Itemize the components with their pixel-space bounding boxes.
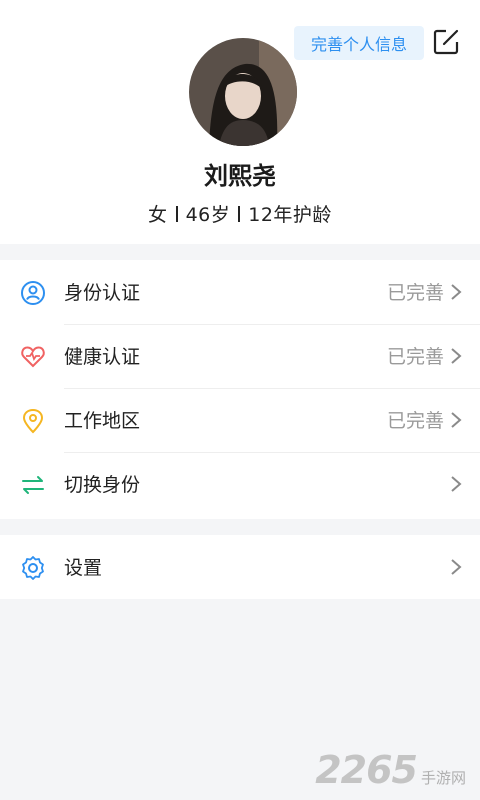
chevron-right-icon <box>451 559 462 575</box>
heart-pulse-icon <box>21 346 45 368</box>
user-meta: 女 46岁 12年护龄 <box>0 200 480 227</box>
user-name: 刘熙尧 <box>204 162 276 190</box>
experience-text: 12年护龄 <box>248 204 332 226</box>
menu-item-label: 切换身份 <box>64 474 141 496</box>
menu-item-label: 健康认证 <box>64 346 141 368</box>
watermark-text: 手游网 <box>420 769 466 787</box>
meta-divider <box>175 206 178 222</box>
menu-item-health[interactable]: 健康认证 已完善 <box>0 324 480 388</box>
complete-profile-button[interactable]: 完善个人信息 <box>294 26 424 60</box>
gender-text: 女 <box>148 204 168 226</box>
edit-icon[interactable] <box>432 28 460 56</box>
menu-item-settings[interactable]: 设置 <box>0 535 480 599</box>
location-pin-icon <box>22 408 44 434</box>
menu-item-work-area[interactable]: 工作地区 已完善 <box>0 388 480 452</box>
chevron-right-icon <box>451 348 462 364</box>
chevron-right-icon <box>451 476 462 492</box>
menu-item-label: 设置 <box>64 557 103 579</box>
chevron-right-icon <box>451 412 462 428</box>
gear-icon <box>22 556 44 580</box>
site-watermark: 2265 手游网 <box>315 748 466 792</box>
menu-item-status: 已完善 <box>386 410 444 432</box>
menu-item-switch-identity[interactable]: 切换身份 <box>0 452 480 516</box>
chevron-right-icon <box>451 284 462 300</box>
menu-item-label: 身份认证 <box>64 282 141 304</box>
menu-item-status: 已完善 <box>386 282 444 304</box>
menu-list: 身份认证 已完善 健康认证 已完善 工作地区 已完善 切换身份 <box>0 260 480 519</box>
menu-item-identity[interactable]: 身份认证 已完善 <box>0 260 480 324</box>
avatar[interactable] <box>189 38 297 146</box>
watermark-number: 2265 <box>315 748 418 792</box>
menu-item-status: 已完善 <box>386 346 444 368</box>
profile-header: 完善个人信息 刘熙尧 女 46岁 12年护龄 <box>0 0 480 244</box>
id-card-icon <box>21 281 45 305</box>
menu-item-label: 工作地区 <box>64 410 141 432</box>
age-text: 46岁 <box>185 204 231 226</box>
meta-divider <box>238 206 241 222</box>
settings-list: 设置 <box>0 535 480 599</box>
switch-arrows-icon <box>22 476 44 494</box>
